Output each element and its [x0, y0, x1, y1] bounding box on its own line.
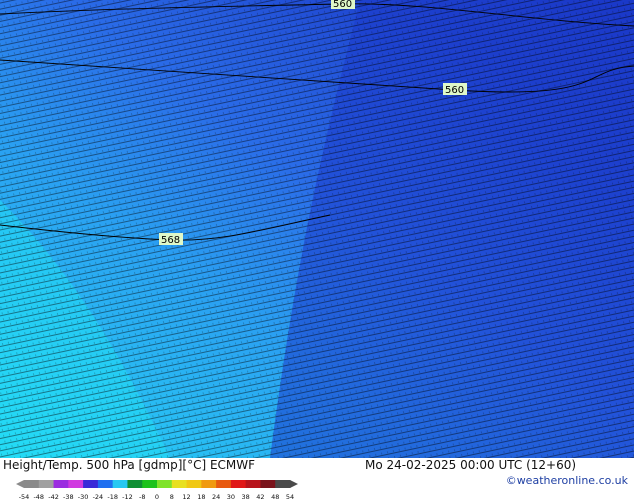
- scale-segment: [245, 480, 261, 488]
- scale-arrow-right: [290, 480, 298, 488]
- scale-tick-label: 48: [271, 493, 280, 501]
- contour-label-box: 568: [159, 233, 183, 246]
- scale-tick-label: -30: [77, 493, 89, 501]
- scale-tick-label: -54: [18, 493, 30, 501]
- scale-tick-label: 12: [182, 493, 191, 501]
- scale-tick-label: -18: [107, 493, 118, 501]
- forecast-map[interactable]: 560 560 568: [0, 0, 634, 458]
- color-scale-ticks: -54 -48 -42 -38 -30 -24 -18 -12 -8 0 8 12 18 24 30 38 42…: [16, 493, 298, 502]
- scale-tick-label: 38: [241, 493, 250, 501]
- contour-label: 560: [333, 0, 352, 10]
- scale-segment: [186, 480, 202, 488]
- scale-segment: [216, 480, 232, 488]
- scale-segment: [83, 480, 99, 488]
- scale-segment: [112, 480, 128, 488]
- scale-tick-label: 30: [226, 493, 236, 501]
- scale-segment: [68, 480, 84, 488]
- scale-segment: [275, 480, 291, 488]
- isotherm-texture: [0, 0, 634, 458]
- scale-tick-label: -42: [48, 493, 59, 501]
- scale-segment: [230, 480, 247, 488]
- contour-label: 568: [161, 235, 180, 246]
- scale-segment: [53, 480, 69, 488]
- scale-tick-label: 54: [285, 493, 295, 501]
- scale-segment: [260, 480, 276, 488]
- scale-segment: [142, 480, 158, 488]
- scale-segment: [127, 480, 143, 488]
- scale-tick-label: 42: [256, 493, 265, 501]
- map-title: Height/Temp. 500 hPa [gdmp][°C] ECMWF: [3, 458, 256, 472]
- scale-segment: [38, 480, 55, 488]
- scale-tick-label: -8: [138, 493, 146, 501]
- scale-arrow-left: [16, 480, 24, 488]
- scale-tick-label: -12: [122, 493, 133, 501]
- color-scale: -54 -48 -42 -38 -30 -24 -18 -12 -8 0 8 12 18 24 30 38 42…: [16, 474, 298, 502]
- copyright-link[interactable]: ©weatheronline.co.uk: [506, 474, 628, 487]
- scale-segment: [171, 480, 188, 488]
- contour-label: 560: [445, 85, 464, 96]
- contour-label-box: 560: [443, 83, 467, 96]
- scale-tick-label: 24: [211, 493, 221, 501]
- scale-segment: [201, 480, 217, 488]
- weather-map-viewer: 560 560 568 Height/Temp. 500 hPa [gdmp][…: [0, 0, 634, 501]
- scale-tick-label: 8: [169, 493, 174, 501]
- scale-segment: [97, 480, 114, 488]
- scale-tick-label: -24: [92, 493, 104, 501]
- map-canvas: 560 560 568: [0, 0, 634, 458]
- color-scale-bar: [16, 480, 298, 488]
- scale-tick-label: 0: [154, 493, 160, 501]
- scale-segment: [157, 480, 173, 488]
- scale-tick-label: -38: [63, 493, 74, 501]
- scale-segment: [24, 480, 40, 488]
- scale-tick-label: 18: [197, 493, 206, 501]
- map-footer: Height/Temp. 500 hPa [gdmp][°C] ECMWF Mo…: [0, 458, 634, 501]
- contour-label-box: 560: [331, 0, 355, 10]
- scale-tick-label: -48: [33, 493, 45, 501]
- valid-time: Mo 24-02-2025 00:00 UTC (12+60): [365, 458, 577, 472]
